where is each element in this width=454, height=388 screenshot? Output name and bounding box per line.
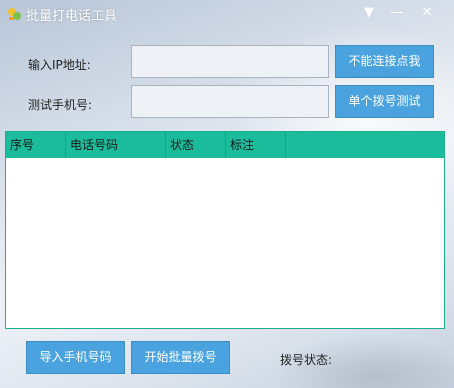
test-phone-input[interactable]	[131, 85, 329, 118]
column-header-index[interactable]: 序号	[6, 132, 66, 158]
column-header-note[interactable]: 标注	[226, 132, 286, 158]
phone-list-grid[interactable]: 序号 电话号码 状态 标注	[5, 131, 445, 329]
window-title: 批量打电话工具	[26, 9, 118, 24]
import-numbers-button[interactable]: 导入手机号码	[26, 341, 125, 374]
minimize-icon[interactable]: —	[388, 4, 406, 22]
grid-body	[6, 158, 444, 328]
app-logo-icon	[8, 8, 21, 20]
column-header-phone[interactable]: 电话号码	[66, 132, 166, 158]
single-dial-test-button[interactable]: 单个拨号测试	[335, 85, 434, 118]
column-header-status[interactable]: 状态	[166, 132, 226, 158]
phone-label: 测试手机号:	[28, 98, 93, 112]
ip-label: 输入IP地址:	[28, 58, 91, 72]
dropdown-menu-icon[interactable]: ▼	[360, 4, 378, 22]
title-bar[interactable]: 批量打电话工具 ▼ — ✕	[0, 0, 454, 28]
app-window: 批量打电话工具 ▼ — ✕ 输入IP地址: 不能连接点我 测试手机号: 单个拨号…	[0, 0, 454, 388]
start-batch-dial-button[interactable]: 开始批量拨号	[131, 341, 230, 374]
grid-header: 序号 电话号码 状态 标注	[6, 132, 444, 158]
cannot-connect-button[interactable]: 不能连接点我	[335, 45, 434, 78]
ip-input[interactable]	[131, 45, 329, 78]
close-icon[interactable]: ✕	[418, 4, 436, 22]
dial-status-label: 拨号状态:	[280, 353, 333, 367]
